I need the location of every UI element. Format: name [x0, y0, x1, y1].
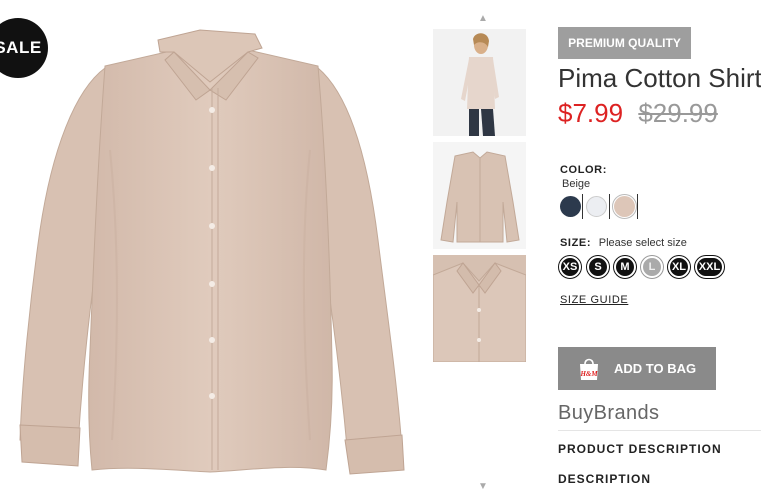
size-label-row: SIZE: Please select size [560, 237, 687, 249]
size-guide-link[interactable]: SIZE GUIDE [560, 294, 628, 306]
main-product-image[interactable]: SALE [0, 0, 420, 492]
thumbnails-up-icon[interactable]: ▲ [476, 14, 490, 24]
color-swatch-white[interactable] [586, 196, 607, 217]
thumbnail-shirt-front[interactable] [433, 142, 526, 249]
thumbnail-model[interactable] [433, 29, 526, 136]
premium-quality-badge: PREMIUM QUALITY [558, 27, 691, 59]
size-label: SIZE: [560, 237, 592, 249]
add-to-bag-label: ADD TO BAG [614, 361, 697, 376]
size-xxl-button[interactable]: XXL [695, 256, 724, 278]
product-description-tab[interactable]: PRODUCT DESCRIPTION [558, 442, 722, 456]
shirt-front-photo [433, 142, 526, 249]
divider [558, 430, 761, 431]
size-s-button[interactable]: S [587, 256, 609, 278]
model-photo [433, 29, 526, 136]
description-heading[interactable]: DESCRIPTION [558, 472, 651, 486]
size-m-button[interactable]: M [614, 256, 636, 278]
swatch-separator [582, 194, 583, 219]
thumbnails-down-icon[interactable]: ▼ [476, 482, 490, 492]
size-xs-button[interactable]: XS [559, 256, 581, 278]
product-title: Pima Cotton Shirt [558, 63, 761, 93]
selected-color: Beige [562, 178, 591, 190]
size-l-button[interactable]: L [641, 256, 663, 278]
price-row: $7.99 $29.99 [558, 98, 718, 129]
shirt-detail-photo [433, 255, 526, 362]
swatch-separator [609, 194, 610, 219]
color-swatch-beige[interactable] [614, 196, 635, 217]
size-hint: Please select size [598, 237, 687, 249]
swatch-separator [637, 194, 638, 219]
thumbnail-shirt-detail[interactable] [433, 255, 526, 362]
brand-name: BuyBrands [558, 402, 660, 424]
size-xl-button[interactable]: XL [668, 256, 690, 278]
add-to-bag-button[interactable]: H&M ADD TO BAG [558, 347, 716, 390]
bag-logo: H&M [579, 370, 598, 378]
original-price: $29.99 [638, 98, 718, 128]
color-swatch-navy[interactable] [560, 196, 581, 217]
color-label: COLOR: [560, 164, 607, 176]
sale-price: $7.99 [558, 98, 624, 128]
shopping-bag-icon: H&M [578, 357, 600, 381]
shirt-image [19, 29, 405, 475]
